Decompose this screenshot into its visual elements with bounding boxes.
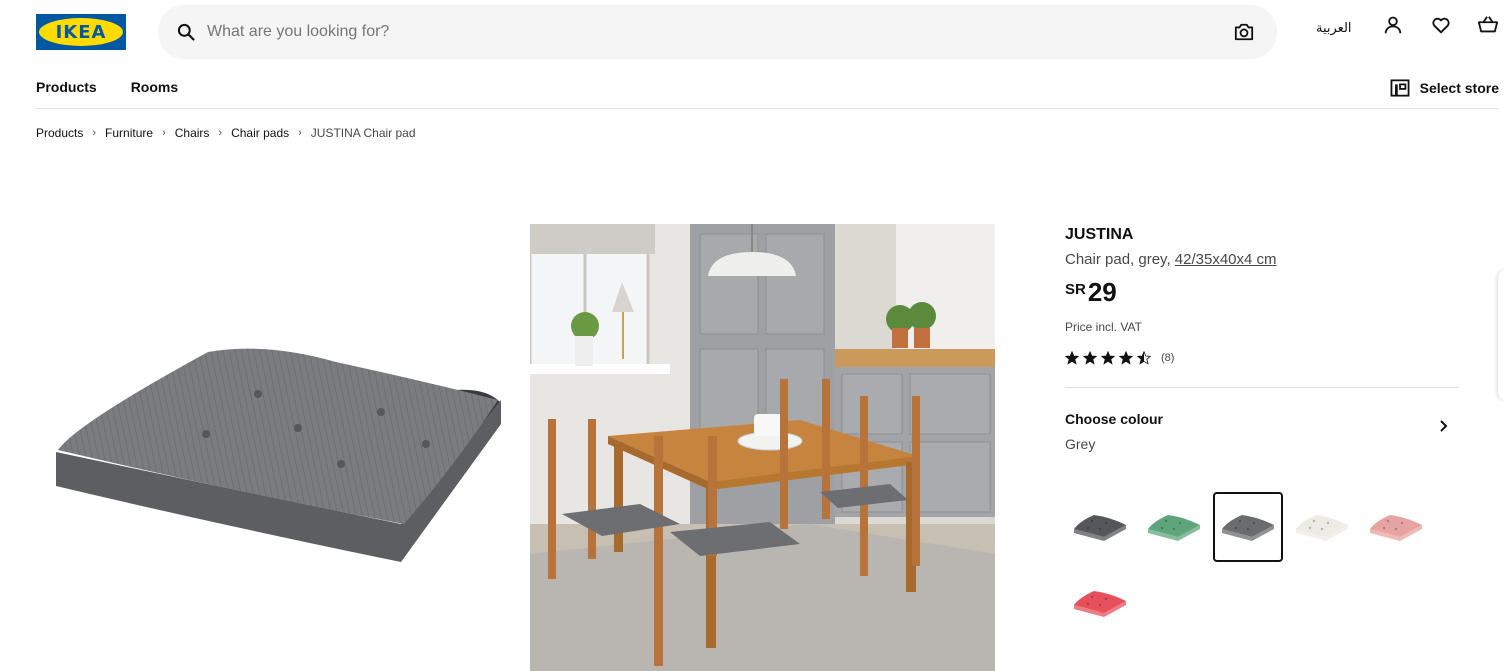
- chevron-right-icon[interactable]: [1437, 419, 1451, 433]
- search-bar[interactable]: [158, 5, 1277, 59]
- chair-pad-thumbnail: [1296, 515, 1348, 541]
- chevron-right-icon: ›: [162, 127, 166, 139]
- chair-pad-thumbnail: [1148, 515, 1200, 541]
- heart-icon[interactable]: [1430, 14, 1452, 36]
- main-nav: Products Rooms: [36, 79, 212, 95]
- header-divider: [36, 108, 1499, 109]
- logo-text: IKEA: [55, 21, 107, 43]
- breadcrumb-furniture[interactable]: Furniture: [105, 126, 153, 140]
- colour-swatch-green[interactable]: [1139, 492, 1209, 562]
- chair-pad-thumbnail: [1074, 591, 1126, 617]
- product-rating[interactable]: (8): [1065, 351, 1459, 365]
- star-full-icon: [1119, 351, 1133, 365]
- logo-oval: IKEA: [39, 18, 123, 46]
- breadcrumb-chair-pads[interactable]: Chair pads: [231, 126, 289, 140]
- ikea-logo[interactable]: IKEA: [36, 14, 126, 50]
- dining-room-illustration: [530, 224, 995, 671]
- vat-note: Price incl. VAT: [1065, 320, 1142, 334]
- store-icon: [1390, 79, 1410, 97]
- star-full-icon: [1101, 351, 1115, 365]
- colour-swatch-pink[interactable]: [1361, 492, 1431, 562]
- choose-colour-label: Choose colour: [1065, 411, 1164, 427]
- breadcrumb-chairs[interactable]: Chairs: [175, 126, 210, 140]
- breadcrumb-current: JUSTINA Chair pad: [310, 126, 416, 140]
- search-icon[interactable]: [176, 22, 196, 42]
- selected-colour: Grey: [1065, 436, 1096, 452]
- product-image-room[interactable]: [530, 224, 995, 671]
- star-full-icon: [1065, 351, 1079, 365]
- colour-swatch-white[interactable]: [1287, 492, 1357, 562]
- select-store-label: Select store: [1419, 80, 1499, 96]
- product-measurement-link[interactable]: 42/35x40x4 cm: [1175, 251, 1277, 268]
- colour-swatch-dark-grey[interactable]: [1065, 492, 1135, 562]
- review-count: (8): [1161, 352, 1175, 364]
- chair-pad-thumbnail: [1222, 515, 1274, 541]
- price-currency: SR: [1065, 281, 1086, 298]
- info-divider: [1065, 387, 1459, 388]
- chair-pad-thumbnail: [1370, 515, 1422, 541]
- breadcrumb: Products › Furniture › Chairs › Chair pa…: [36, 126, 416, 140]
- breadcrumb-products[interactable]: Products: [36, 126, 83, 140]
- product-image-main[interactable]: [36, 224, 502, 671]
- star-half-icon: [1137, 351, 1151, 365]
- choose-colour-row[interactable]: Choose colour Grey: [1065, 411, 1459, 452]
- colour-swatch-grey[interactable]: [1213, 492, 1283, 562]
- cart-icon[interactable]: [1477, 14, 1499, 36]
- price-value: 29: [1087, 277, 1117, 307]
- user-icon[interactable]: [1382, 14, 1404, 36]
- colour-swatch-red[interactable]: [1065, 568, 1135, 638]
- product-info: JUSTINA Chair pad, grey, 42/35x40x4 cm S…: [1065, 226, 1459, 452]
- product-type: Chair pad, grey,: [1065, 251, 1171, 268]
- select-store-button[interactable]: Select store: [1390, 79, 1499, 97]
- nav-item-products[interactable]: Products: [36, 79, 97, 95]
- search-input[interactable]: [207, 17, 1207, 47]
- chair-pad-thumbnail: [1074, 515, 1126, 541]
- chevron-right-icon: ›: [298, 127, 302, 139]
- language-switch[interactable]: العربية: [1316, 21, 1352, 36]
- star-full-icon: [1083, 351, 1097, 365]
- product-price: SR 29: [1065, 278, 1459, 306]
- chevron-right-icon: ›: [218, 127, 223, 139]
- rating-stars: [1065, 351, 1151, 365]
- product-description: Chair pad, grey, 42/35x40x4 cm: [1065, 251, 1459, 268]
- chevron-right-icon: ›: [92, 127, 97, 139]
- camera-icon[interactable]: [1233, 22, 1255, 42]
- nav-item-rooms[interactable]: Rooms: [131, 79, 178, 95]
- side-panel-tab[interactable]: [1498, 270, 1506, 400]
- product-name[interactable]: JUSTINA: [1065, 226, 1459, 244]
- chair-pad-illustration: [56, 348, 501, 562]
